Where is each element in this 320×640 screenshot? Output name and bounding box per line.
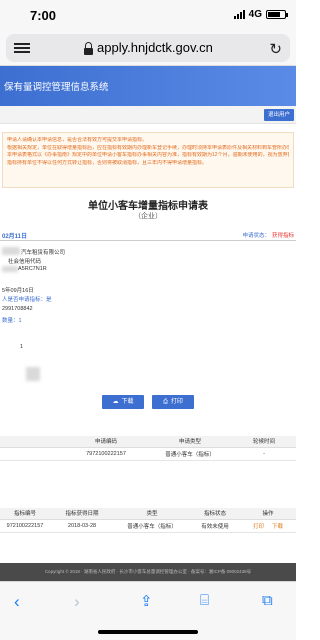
table-cell: 普通小客车（指标） bbox=[148, 447, 232, 461]
header-cell: 申请编码 bbox=[64, 436, 148, 448]
table-cell: 2018-03-28 bbox=[50, 519, 114, 533]
status-bar: 7:00 4G bbox=[0, 0, 296, 30]
row-download-link[interactable]: 下载 bbox=[272, 524, 283, 530]
credit-code-label: 社会信用代码 bbox=[8, 259, 42, 265]
table-cell-actions: 打印 下载 bbox=[240, 519, 296, 533]
table-row: 972100222157 2018-03-28 普通小客车（指标） 有效未使用 … bbox=[0, 519, 296, 533]
apply-date: 02月11日 bbox=[2, 234, 28, 240]
form-title: 单位小客车增量指标申请表 bbox=[88, 201, 208, 212]
quota-table: 指标编号 指标获得日期 类型 指标状态 操作 972100222157 2018… bbox=[0, 508, 296, 533]
header-cell: 申请类型 bbox=[148, 436, 232, 448]
header-cell bbox=[0, 436, 64, 448]
header-cell: 指标编号 bbox=[0, 508, 50, 520]
header-cell: 指标状态 bbox=[190, 508, 240, 520]
tabs-icon[interactable]: ⧉ bbox=[262, 592, 273, 609]
browser-url-bar: apply.hnjdctk.gov.cn ↻ bbox=[0, 30, 296, 66]
notice-line: 本申请表格式以《办事指南》规定中的单位申请小客车指标办事相关内容为准，指标有效期… bbox=[7, 152, 289, 158]
lock-icon bbox=[84, 42, 93, 55]
status-value: 获得指标 bbox=[271, 233, 294, 239]
address-field[interactable]: apply.hnjdctk.gov.cn ↻ bbox=[6, 34, 290, 62]
logout-button[interactable]: 退出用户 bbox=[263, 109, 294, 121]
notice-line: 根据相关规定，单位在取得增量指标后，应在指标有效期内办理新车登记手续，办理时须持… bbox=[7, 144, 289, 151]
table-cell: 7972100222157 bbox=[64, 447, 148, 461]
reload-icon[interactable]: ↻ bbox=[269, 40, 282, 58]
printer-icon: ⎙ bbox=[163, 399, 168, 405]
table-cell: 普通小客车（指标） bbox=[114, 519, 190, 533]
redacted-block bbox=[2, 266, 18, 272]
site-header: 保有量调控管理信息系统 bbox=[0, 66, 296, 106]
credit-code-value: A5RC7N1R bbox=[18, 266, 47, 272]
forward-icon[interactable]: › bbox=[74, 592, 80, 612]
home-indicator bbox=[98, 630, 198, 634]
table-header-row: 申请编码 申请类型 轮候时间 bbox=[0, 436, 296, 448]
notice-box: 申请人请确认本申请信息，是否合法有效方可提交本申请指标。 根据相关规定，单位在取… bbox=[2, 132, 294, 188]
battery-icon bbox=[266, 10, 288, 19]
site-title: 保有量调控管理信息系统 bbox=[4, 82, 109, 93]
download-button[interactable]: ☁ 下载 bbox=[102, 395, 144, 409]
table-row: 7972100222157 普通小客车（指标） - bbox=[0, 447, 296, 461]
redacted-block bbox=[2, 247, 20, 255]
status-label: 申请状态： bbox=[242, 233, 270, 239]
table-cell: 有效未使用 bbox=[190, 519, 240, 533]
print-button[interactable]: ⎙ 打印 bbox=[152, 395, 194, 409]
header-cell: 指标获得日期 bbox=[50, 508, 114, 520]
header-cell: 类型 bbox=[114, 508, 190, 520]
applied-flag: 人是否申请指标：是 bbox=[2, 297, 52, 303]
status-time: 7:00 bbox=[30, 8, 57, 23]
url-text[interactable]: apply.hnjdctk.gov.cn bbox=[97, 40, 213, 55]
form-header-row: 02月11日 申请状态： 获得指标 bbox=[0, 229, 296, 241]
field-value: 1 bbox=[20, 344, 24, 350]
back-icon[interactable]: ‹ bbox=[14, 592, 20, 612]
notice-line: 申请人请确认本申请信息，是否合法有效方可提交本申请指标。 bbox=[7, 137, 148, 143]
company-name: 汽车租赁有限公司 bbox=[21, 250, 66, 256]
bookmarks-icon[interactable]: ⌸ bbox=[200, 592, 209, 609]
share-icon[interactable]: ⇪ bbox=[140, 592, 153, 610]
form-subtitle: （企业） bbox=[134, 213, 162, 220]
table-cell: 972100222157 bbox=[0, 519, 50, 533]
quota-quantity: 数量：1 bbox=[2, 318, 22, 324]
header-cell: 轮候时间 bbox=[232, 436, 296, 448]
row-print-link[interactable]: 打印 bbox=[253, 524, 264, 530]
table-cell: - bbox=[232, 447, 296, 461]
notice-line: 指标持有单位不得以任何方式转让指标，否则将被取消指标，且三年内不得申请增量指标。 bbox=[7, 159, 208, 166]
phone-number: 2991708842 bbox=[2, 306, 33, 312]
sub-nav-bar: 退出用户 bbox=[0, 106, 296, 124]
site-footer: Copyright © 2018 · 湖南省人民政府 · 长沙市小客车总量调控管… bbox=[0, 563, 296, 581]
menu-icon[interactable] bbox=[14, 43, 30, 54]
signal-icon bbox=[233, 10, 245, 19]
network-label: 4G bbox=[248, 9, 262, 20]
redacted-block bbox=[26, 367, 40, 381]
status-indicators: 4G bbox=[233, 9, 288, 20]
table-cell bbox=[0, 447, 64, 461]
founding-date: 5年09月16日 bbox=[2, 288, 34, 294]
download-label: 下载 bbox=[121, 399, 134, 405]
table-header-row: 指标编号 指标获得日期 类型 指标状态 操作 bbox=[0, 508, 296, 520]
header-cell: 操作 bbox=[240, 508, 296, 520]
application-table: 申请编码 申请类型 轮候时间 7972100222157 普通小客车（指标） - bbox=[0, 436, 296, 461]
cloud-download-icon: ☁ bbox=[112, 399, 119, 405]
print-label: 打印 bbox=[170, 399, 183, 405]
